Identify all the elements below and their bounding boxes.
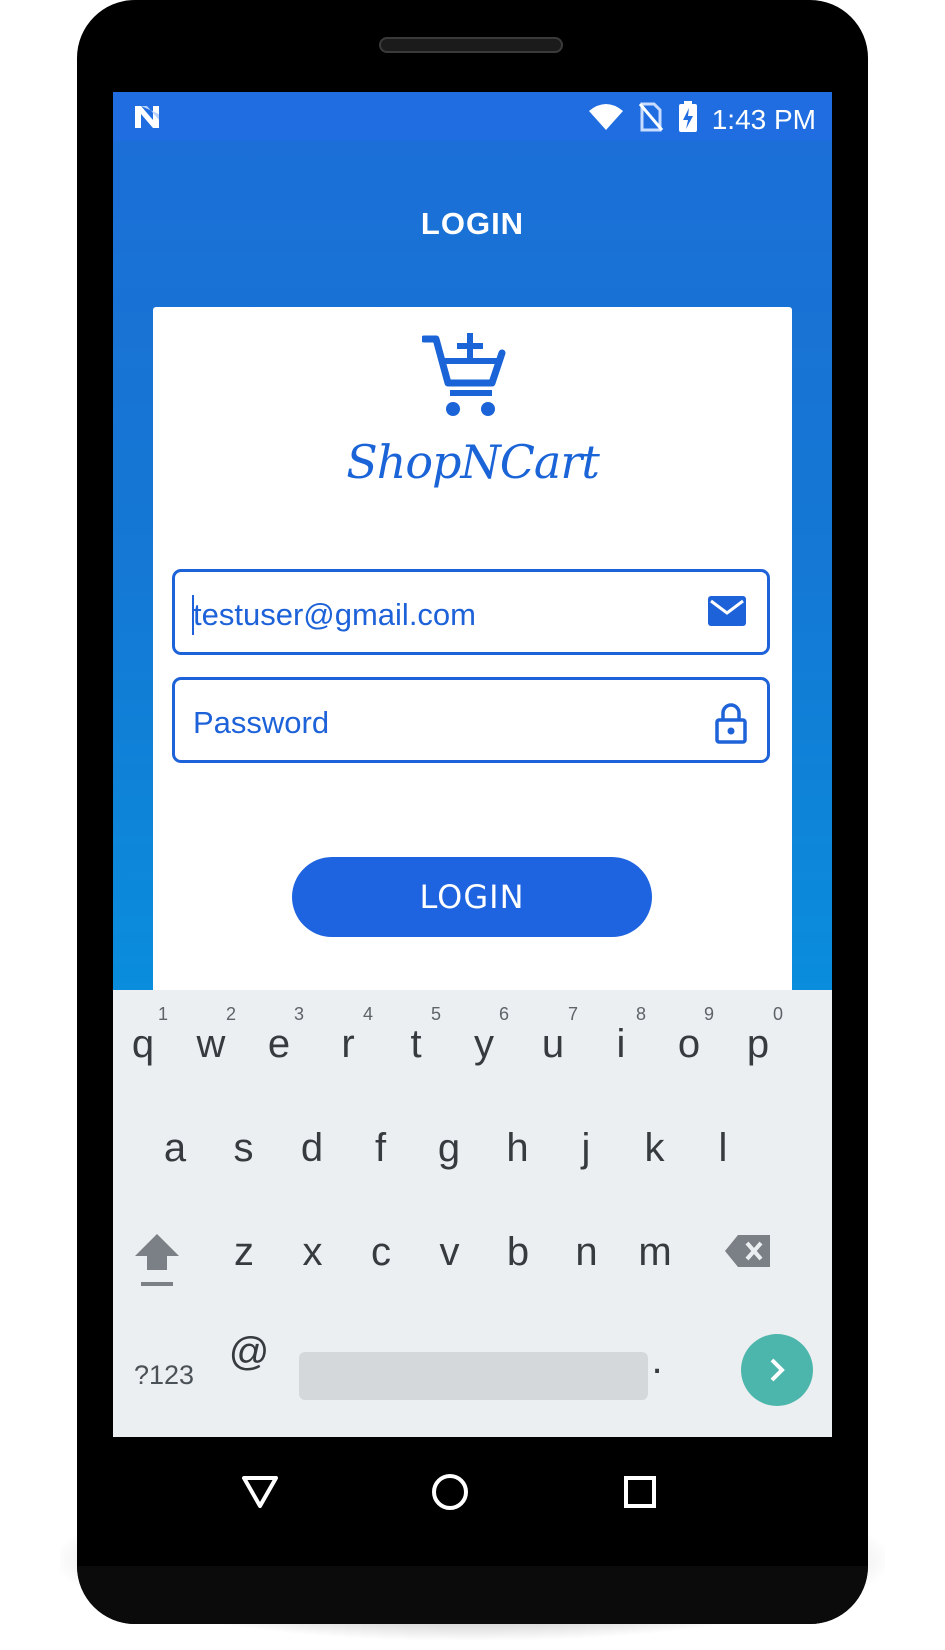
key-hint-3: 3 <box>293 1004 304 1024</box>
key-hint-5: 5 <box>430 1004 441 1024</box>
key-p[interactable]: p <box>728 1022 788 1067</box>
key-hint-9: 9 <box>703 1004 714 1024</box>
key-b[interactable]: b <box>488 1230 548 1275</box>
symbols-key[interactable]: ?123 <box>134 1360 194 1391</box>
key-k[interactable]: k <box>625 1126 685 1171</box>
key-d[interactable]: d <box>282 1126 342 1171</box>
chevron-right-icon <box>765 1356 789 1389</box>
device-screen: 1:43 PM LOGIN ShopNCart testuser@gmail.c… <box>113 92 832 1437</box>
no-sim-icon <box>638 102 664 137</box>
key-i[interactable]: i <box>591 1022 651 1067</box>
key-w[interactable]: w <box>181 1022 241 1067</box>
key-q[interactable]: q <box>113 1022 173 1067</box>
key-hint-2: 2 <box>225 1004 236 1024</box>
key-j[interactable]: j <box>556 1126 616 1171</box>
key-hint-8: 8 <box>635 1004 646 1024</box>
phone-speaker <box>379 37 563 53</box>
key-hint-7: 7 <box>567 1004 578 1024</box>
key-t[interactable]: t <box>386 1022 446 1067</box>
app-content: LOGIN ShopNCart testuser@gmail.com Passw… <box>113 141 832 1005</box>
key-z[interactable]: z <box>214 1230 274 1275</box>
key-g[interactable]: g <box>419 1126 479 1171</box>
key-c[interactable]: c <box>351 1230 411 1275</box>
page-title: LOGIN <box>420 206 525 241</box>
login-card: ShopNCart testuser@gmail.com Password LO… <box>153 307 792 1005</box>
key-hint-6: 6 <box>498 1004 509 1024</box>
key-hint-4: 4 <box>362 1004 373 1024</box>
go-key[interactable] <box>741 1334 813 1406</box>
key-y[interactable]: y <box>454 1022 514 1067</box>
login-button[interactable]: LOGIN <box>292 857 652 937</box>
key-a[interactable]: a <box>145 1126 205 1171</box>
key-s[interactable]: s <box>214 1126 274 1171</box>
status-time: 1:43 PM <box>711 103 816 135</box>
key-l[interactable]: l <box>693 1126 753 1171</box>
backspace-icon[interactable] <box>724 1234 772 1273</box>
at-key[interactable]: @ <box>219 1330 279 1375</box>
email-field[interactable]: testuser@gmail.com <box>172 569 770 655</box>
key-n[interactable]: n <box>557 1230 617 1275</box>
key-o[interactable]: o <box>659 1022 719 1067</box>
space-key[interactable] <box>299 1352 648 1400</box>
brand-logo-text: ShopNCart <box>346 435 600 489</box>
status-bar: 1:43 PM <box>113 92 832 141</box>
navigation-bar <box>113 1437 832 1566</box>
lock-icon <box>715 702 747 749</box>
key-x[interactable]: x <box>283 1230 343 1275</box>
key-r[interactable]: r <box>318 1022 378 1067</box>
key-u[interactable]: u <box>523 1022 583 1067</box>
key-hint-0: 0 <box>772 1004 783 1024</box>
key-v[interactable]: v <box>420 1230 480 1275</box>
phone-chin <box>77 1566 868 1624</box>
back-triangle-icon[interactable] <box>241 1475 279 1514</box>
status-icons: 1:43 PM <box>588 101 816 138</box>
battery-charging-icon <box>678 101 698 138</box>
envelope-icon <box>707 594 747 633</box>
key-e[interactable]: e <box>249 1022 309 1067</box>
key-hint-1: 1 <box>157 1004 168 1024</box>
password-placeholder[interactable]: Password <box>193 705 329 741</box>
n-logo-icon <box>133 104 161 135</box>
key-m[interactable]: m <box>625 1230 685 1275</box>
shift-icon[interactable] <box>133 1230 181 1295</box>
key-f[interactable]: f <box>351 1126 411 1171</box>
recents-square-icon[interactable] <box>623 1475 657 1514</box>
soft-keyboard: ?123 @ . q1w2e3r4t5y6u7i8o9p0 asdfghjkl zx… <box>113 990 832 1437</box>
period-key[interactable]: . <box>627 1338 687 1383</box>
wifi-icon <box>588 103 624 136</box>
cart-plus-icon <box>420 331 508 422</box>
home-circle-icon[interactable] <box>431 1473 469 1516</box>
key-h[interactable]: h <box>488 1126 548 1171</box>
password-field[interactable]: Password <box>172 677 770 763</box>
email-input-value[interactable]: testuser@gmail.com <box>193 597 476 633</box>
